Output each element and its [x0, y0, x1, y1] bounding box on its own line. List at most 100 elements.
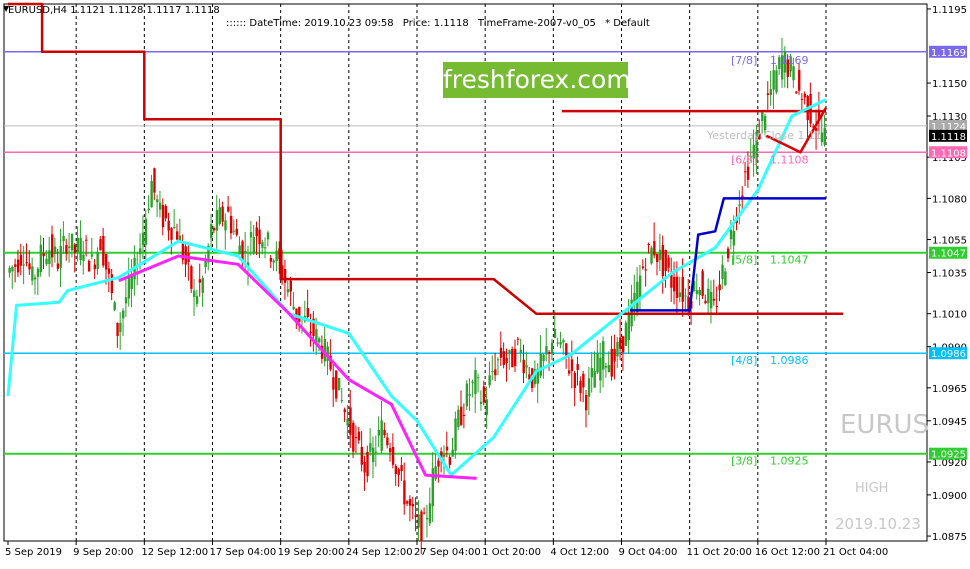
bear-candle [389, 448, 392, 453]
bull-candle [210, 224, 213, 239]
bull-candle [369, 443, 372, 452]
bear-candle [664, 249, 667, 271]
murrey-level-value: 1.0986 [770, 354, 809, 367]
bear-candle [798, 69, 801, 91]
bear-candle [107, 268, 111, 274]
bull-candle [587, 378, 591, 397]
bear-candle [766, 93, 770, 96]
bull-candle [451, 449, 454, 457]
bear-candle [51, 234, 54, 258]
bear-candle [462, 414, 466, 416]
bull-candle [593, 371, 596, 388]
bear-candle [99, 239, 102, 251]
bear-candle [460, 406, 463, 425]
bear-candle [712, 298, 716, 301]
bear-candle [576, 364, 579, 370]
bear-candle [644, 269, 648, 271]
bear-candle [363, 461, 366, 473]
x-tick-label: 17 Sep 04:00 [210, 547, 277, 558]
y-tick-label: 1.1010 [932, 310, 967, 321]
bear-candle [653, 241, 656, 256]
bear-candle [744, 171, 747, 173]
bear-candle [795, 91, 798, 94]
bear-candle [701, 271, 704, 296]
bull-candle [738, 204, 741, 206]
x-tick-label: 11 Oct 20:00 [687, 547, 752, 558]
bull-candle [39, 244, 43, 273]
bull-candle [119, 322, 122, 332]
bull-candle [542, 354, 545, 362]
bear-candle [522, 359, 525, 374]
bull-candle [698, 289, 702, 295]
bear-candle [408, 499, 412, 506]
bear-candle [715, 305, 719, 307]
bear-candle [670, 274, 673, 288]
bear-candle [221, 206, 224, 222]
bull-candle [772, 70, 775, 90]
bear-candle [800, 98, 804, 100]
bull-candle [721, 264, 724, 280]
bear-candle [420, 511, 423, 542]
bear-candle [746, 166, 750, 180]
bull-candle [729, 229, 733, 240]
bull-candle [193, 290, 196, 298]
bear-candle [391, 446, 395, 465]
bear-candle [511, 349, 514, 368]
bear-candle [343, 409, 346, 413]
bull-candle [559, 341, 562, 345]
x-tick-label: 5 Sep 2019 [5, 547, 62, 558]
bear-candle [406, 501, 409, 504]
bull-candle [224, 220, 227, 231]
bull-candle [337, 377, 341, 391]
x-tick-label: 9 Sep 20:00 [73, 547, 133, 558]
bear-candle [73, 244, 77, 253]
bull-candle [457, 409, 460, 428]
y-tick-label: 1.1055 [932, 236, 967, 247]
bear-candle [309, 331, 312, 333]
bear-candle [283, 269, 287, 283]
bull-candle [158, 202, 162, 210]
bear-candle [681, 276, 684, 302]
bull-candle [261, 242, 264, 248]
bear-candle [258, 229, 261, 245]
bear-candle [414, 515, 417, 518]
bull-candle [96, 252, 99, 269]
bull-candle [442, 453, 446, 457]
x-tick-label: 4 Oct 12:00 [550, 547, 609, 558]
bear-candle [167, 220, 170, 231]
bear-candle [153, 168, 156, 193]
bear-candle [741, 195, 744, 197]
ghost-symbol: EURUS [840, 410, 930, 440]
bull-candle [491, 371, 494, 373]
bull-candle [45, 258, 48, 265]
bull-candle [371, 447, 375, 463]
bear-candle [161, 205, 165, 228]
bull-candle [76, 237, 79, 253]
bull-candle [684, 295, 687, 297]
bull-candle [201, 278, 204, 293]
bear-candle [584, 395, 588, 411]
bull-candle [477, 377, 480, 379]
x-tick-label: 24 Sep 12:00 [346, 547, 413, 558]
bear-candle [65, 245, 68, 254]
yesterday-close-label: Yesterday Close 1.11 [707, 129, 822, 142]
bull-candle [33, 277, 37, 280]
bull-candle [147, 208, 150, 211]
bull-candle [252, 236, 256, 254]
bull-candle [775, 70, 778, 93]
bear-candle [499, 347, 503, 358]
bull-candle [249, 232, 253, 238]
bull-candle [650, 247, 653, 264]
bear-candle [102, 235, 105, 266]
bull-candle [553, 329, 557, 338]
bear-candle [397, 469, 400, 475]
bull-candle [122, 310, 125, 319]
bull-candle [550, 342, 554, 354]
y-tick-label: 1.0875 [932, 532, 967, 543]
bull-candle [616, 341, 619, 357]
chart-area[interactable]: [7/8] 1.1169 [6/8] 1.1108 [5/8] 1.1047 [4/8] 1.… [0, 0, 970, 565]
bear-candle [190, 266, 193, 289]
bull-candle [346, 418, 349, 426]
bear-candle [306, 308, 310, 317]
bull-candle [417, 514, 420, 528]
